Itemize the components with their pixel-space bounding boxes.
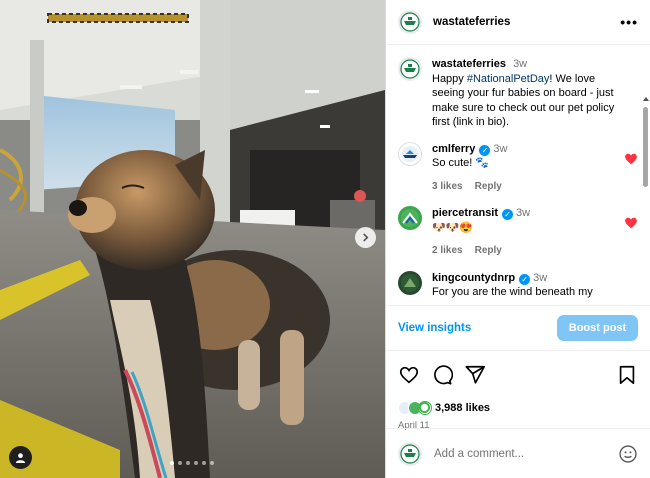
comment-likes[interactable]: 2 likes <box>432 244 463 259</box>
commenter-avatar[interactable] <box>398 141 422 166</box>
commenter-avatar[interactable] <box>398 270 422 295</box>
comment-input[interactable] <box>434 447 618 460</box>
comment-body: kingcountydnrp ✓ 3w For you are the wind b… <box>432 271 638 300</box>
liker-avatar <box>418 401 432 415</box>
comment-item: piercetransit ✓ 3w 🐶🐶😍 2 likes Reply <box>398 206 638 259</box>
carousel-dot <box>186 461 190 465</box>
post-media[interactable] <box>0 0 385 478</box>
verified-badge-icon: ✓ <box>502 209 514 220</box>
view-insights-link[interactable]: View insights <box>398 322 471 334</box>
likes-summary[interactable]: 3,988 likes <box>386 398 650 418</box>
caption-text-start: Happy <box>432 72 467 85</box>
post-action-icons <box>386 350 650 398</box>
comment-likes[interactable]: 3 likes <box>432 180 463 195</box>
comment-username[interactable]: cmlferry <box>432 143 475 155</box>
author-username[interactable]: wastateferries <box>433 16 620 28</box>
comment-text: For you are the wind beneath my <box>432 286 593 298</box>
comment-icon[interactable] <box>431 364 453 386</box>
liked-heart-icon[interactable] <box>624 216 638 230</box>
comment-meta: 3 likes Reply <box>432 180 616 195</box>
comment-text: So cute! 🐾 <box>432 157 490 169</box>
kingcounty-logo-icon <box>401 273 419 292</box>
comment-time[interactable]: 3w <box>516 207 530 219</box>
comment-username[interactable]: kingcountydnrp <box>432 272 515 284</box>
liked-heart-icon[interactable] <box>624 152 638 166</box>
caption-body: wastateferries 3w Happy #NationalPetDay!… <box>432 57 638 130</box>
comment-reply-button[interactable]: Reply <box>475 180 502 195</box>
caption-hashtag[interactable]: #NationalPetDay <box>467 73 550 85</box>
caption-avatar[interactable] <box>398 57 422 81</box>
carousel-next-button[interactable] <box>355 227 376 248</box>
post-photo <box>0 0 385 478</box>
ferries-logo-icon <box>400 443 420 464</box>
comment-body: piercetransit ✓ 3w 🐶🐶😍 2 likes Reply <box>432 206 638 259</box>
tagged-users-button[interactable] <box>9 446 32 469</box>
comment-meta: 2 likes Reply <box>432 244 616 259</box>
carousel-dot <box>202 461 206 465</box>
carousel-indicator <box>170 461 214 465</box>
comment-composer <box>386 428 650 478</box>
post-side-panel: wastateferries ••• wastateferries 3w Hap… <box>385 0 650 478</box>
bookmark-icon[interactable] <box>616 364 638 386</box>
comments-scrollbar[interactable] <box>643 95 649 305</box>
liker-logo-icon <box>419 402 430 413</box>
caption-time[interactable]: 3w <box>513 58 527 70</box>
post-dialog: wastateferries ••• wastateferries 3w Hap… <box>0 0 650 478</box>
ferries-logo-icon <box>400 59 420 79</box>
comment-text: 🐶🐶😍 <box>432 221 474 234</box>
user-icon <box>15 453 26 463</box>
comment-item: kingcountydnrp ✓ 3w For you are the wind b… <box>398 270 638 300</box>
commenter-avatar[interactable] <box>398 206 422 230</box>
boost-post-button[interactable]: Boost post <box>557 315 638 341</box>
comment-time[interactable]: 3w <box>493 143 507 155</box>
carousel-dot <box>210 461 214 465</box>
current-user-avatar <box>398 441 422 466</box>
share-icon[interactable] <box>464 364 486 386</box>
scroll-up-arrow-icon[interactable] <box>643 97 649 101</box>
post-header: wastateferries ••• <box>386 0 650 45</box>
more-options-icon[interactable]: ••• <box>620 14 638 30</box>
chevron-right-icon <box>363 233 369 242</box>
comments-list[interactable]: wastateferries 3w Happy #NationalPetDay!… <box>386 45 650 305</box>
comment-time[interactable]: 3w <box>533 272 547 284</box>
carousel-dot <box>170 461 174 465</box>
carousel-dot <box>194 461 198 465</box>
verified-badge-icon: ✓ <box>519 273 531 285</box>
verified-badge-icon: ✓ <box>479 144 491 156</box>
carousel-dot <box>178 461 182 465</box>
heart-icon[interactable] <box>398 364 420 386</box>
author-avatar[interactable] <box>398 10 422 34</box>
piercetransit-logo-icon <box>401 209 419 227</box>
comment-body: cmlferry ✓ 3w So cute! 🐾 3 likes Reply <box>432 142 638 195</box>
scrollbar-thumb[interactable] <box>643 107 648 187</box>
comment-username[interactable]: piercetransit <box>432 207 498 219</box>
caption: wastateferries 3w Happy #NationalPetDay!… <box>398 57 638 130</box>
owner-actions-bar: View insights Boost post <box>386 305 650 350</box>
caption-username[interactable]: wastateferries <box>432 58 506 70</box>
comment-reply-button[interactable]: Reply <box>475 244 502 259</box>
comment-item: cmlferry ✓ 3w So cute! 🐾 3 likes Reply <box>398 141 638 195</box>
cmlferry-logo-icon <box>402 145 418 162</box>
emoji-icon[interactable] <box>618 444 638 464</box>
likes-count[interactable]: 3,988 likes <box>435 402 490 414</box>
ferries-logo-icon <box>400 12 420 32</box>
